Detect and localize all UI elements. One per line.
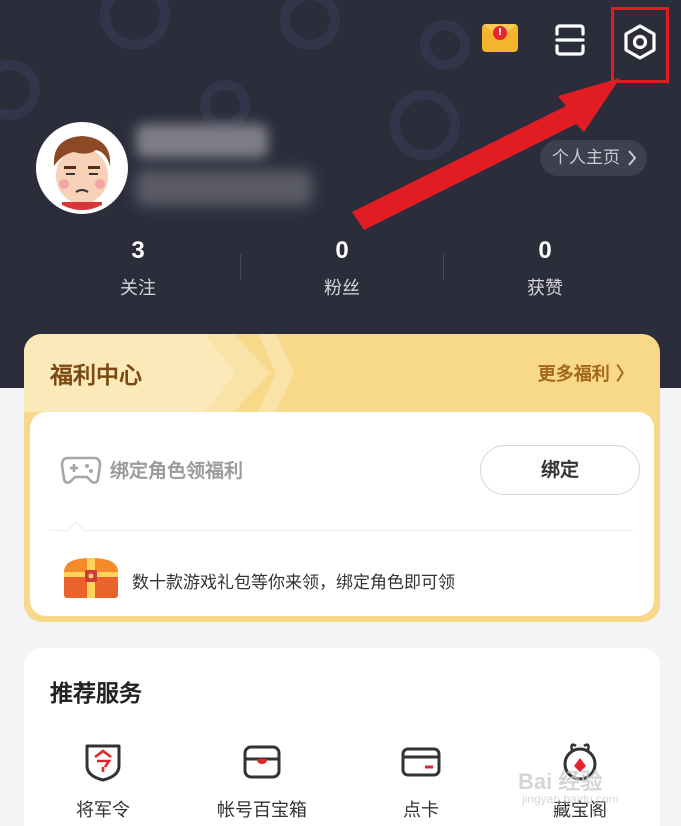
welfare-center-card: 福利中心 更多福利 〉 绑定角色领福利 绑定 数十款游戏礼包等你来领，绑定角色即… [24, 334, 660, 622]
bind-button[interactable]: 绑定 [480, 445, 640, 495]
treasure-chest-icon [64, 558, 118, 598]
settings-highlight-box [611, 7, 669, 83]
box-icon [243, 745, 281, 779]
gift-pack-text: 数十款游戏礼包等你来领，绑定角色即可领 [132, 573, 455, 593]
blurred-username [136, 124, 268, 158]
stat-divider [240, 254, 241, 280]
service-item-account-treasure-box[interactable]: 帐号百宝箱 [202, 740, 322, 822]
service-label: 将军令 [76, 800, 130, 821]
red-envelope-icon[interactable]: ! [482, 24, 518, 52]
chevron-right-icon [628, 150, 637, 166]
shield-icon [85, 744, 121, 782]
user-avatar[interactable] [36, 122, 128, 214]
alert-dot: ! [493, 26, 507, 40]
stat-label: 关注 [120, 278, 156, 299]
gamepad-icon [60, 456, 102, 484]
cartoon-face-avatar-icon [40, 126, 124, 210]
stat-value: 0 [335, 237, 349, 264]
service-item-point-card[interactable]: 点卡 [361, 740, 481, 822]
blurred-user-info [136, 170, 312, 206]
stat-label: 获赞 [527, 278, 563, 299]
welfare-title: 福利中心 [50, 363, 142, 389]
stat-value: 3 [131, 237, 145, 264]
background-decoration [200, 80, 250, 130]
stat-likes[interactable]: 0 获赞 [485, 236, 605, 300]
top-bar: ! [0, 16, 681, 66]
personal-homepage-label: 个人主页 [552, 148, 620, 168]
stat-following[interactable]: 3 关注 [78, 236, 198, 300]
service-item-general-token[interactable]: 将军令 [43, 740, 163, 822]
divider-notch [67, 521, 85, 539]
service-label: 点卡 [403, 800, 439, 821]
stat-divider [443, 254, 444, 280]
stat-label: 粉丝 [324, 278, 360, 299]
baidu-watermark-url: jingyan.baidu.com [522, 792, 619, 806]
bind-role-panel: 绑定角色领福利 绑定 数十款游戏礼包等你来领，绑定角色即可领 [30, 412, 654, 616]
services-title: 推荐服务 [50, 681, 142, 707]
personal-homepage-button[interactable]: 个人主页 [540, 140, 647, 176]
card-icon [401, 747, 441, 777]
stat-value: 0 [538, 237, 552, 264]
more-welfare-link[interactable]: 更多福利 〉 [538, 360, 634, 386]
profile-header: ! 个人主页 3 关注 0 粉丝 0 获赞 [0, 0, 681, 388]
background-decoration [390, 90, 460, 160]
divider [50, 530, 634, 531]
bind-role-text: 绑定角色领福利 [110, 460, 244, 482]
service-label: 帐号百宝箱 [217, 800, 307, 821]
scan-icon[interactable] [552, 23, 588, 57]
background-decoration [0, 60, 40, 120]
stat-followers[interactable]: 0 粉丝 [282, 236, 402, 300]
